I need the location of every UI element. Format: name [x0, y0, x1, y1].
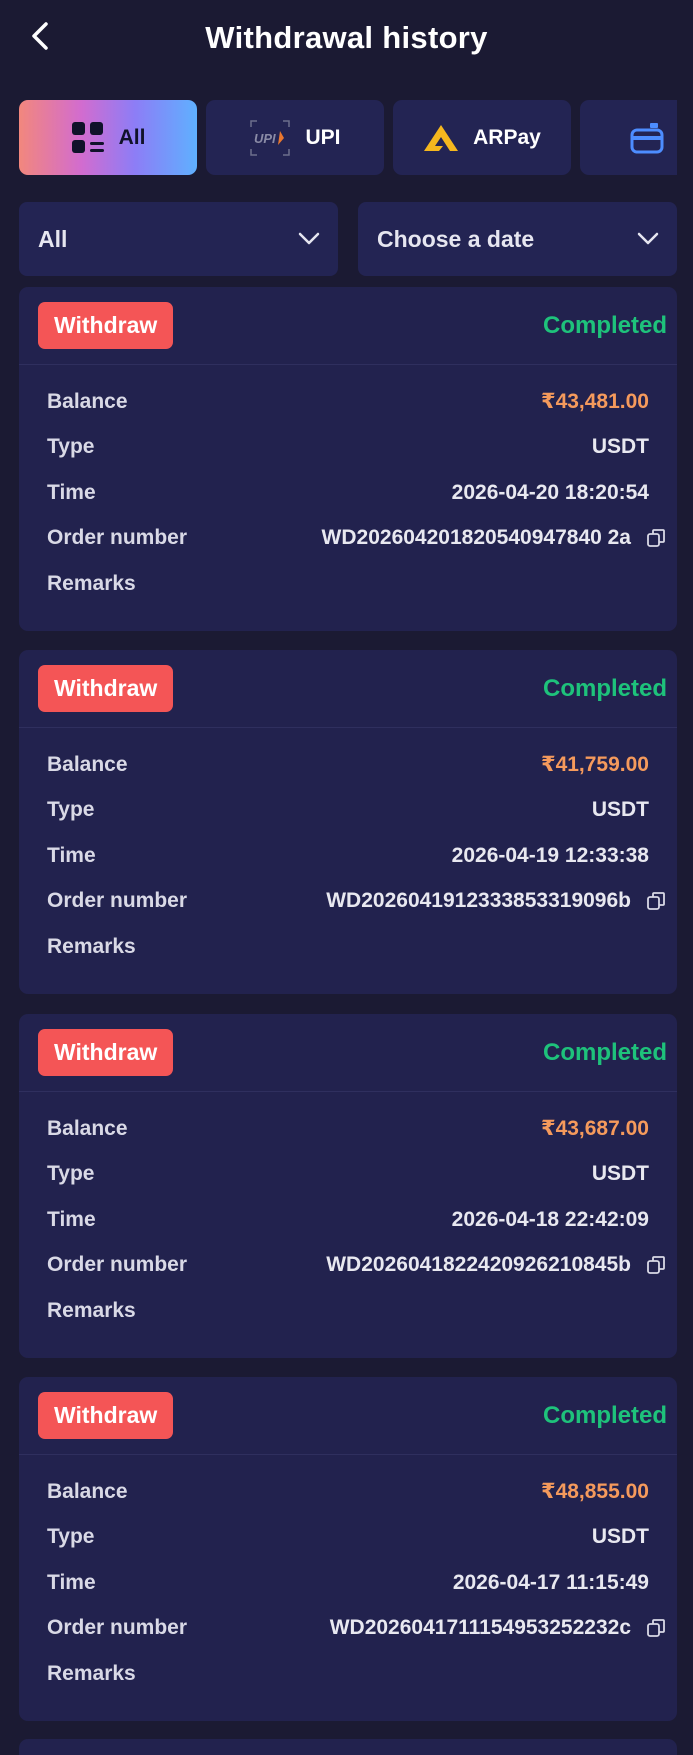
balance-row: Balance ₹43,687.00	[47, 1106, 649, 1152]
chevron-down-icon	[298, 232, 320, 245]
time-value: 2026-04-19 12:33:38	[451, 843, 649, 867]
tab-label: ARPay	[473, 125, 541, 149]
time-row: Time 2026-04-19 12:33:38	[47, 833, 649, 879]
type-label: Type	[47, 798, 95, 822]
remarks-row: Remarks	[47, 1651, 649, 1697]
status-text: Completed	[542, 1401, 667, 1429]
type-badge: Withdraw	[38, 665, 174, 712]
upi-logo-icon: UPI	[249, 119, 291, 157]
time-label: Time	[47, 1570, 96, 1594]
remarks-row: Remarks	[47, 561, 649, 607]
balance-row: Balance ₹48,855.00	[47, 1469, 649, 1515]
arpay-logo-icon	[423, 124, 459, 152]
time-value: 2026-04-17 11:15:49	[452, 1570, 649, 1594]
balance-value: ₹41,759.00	[540, 753, 649, 777]
order-number: WD2026041711154953252232c	[329, 1616, 631, 1640]
order-row: Order number WD202604201820540947840 2a	[47, 516, 665, 562]
grid-list-icon	[71, 121, 105, 155]
balance-value: ₹48,855.00	[540, 1480, 649, 1504]
copy-icon[interactable]	[645, 527, 667, 549]
withdrawal-record-card: Withdraw Completed Balance ₹48,855.00 Typ…	[19, 1377, 677, 1721]
tab-upi[interactable]: UPI UPI	[206, 100, 384, 175]
balance-label: Balance	[47, 1116, 128, 1140]
balance-label: Balance	[47, 1479, 128, 1503]
order-number: WD2026041912333853319096b	[326, 889, 631, 913]
order-row: Order number WD2026041912333853319096b	[47, 879, 665, 925]
tab-label: UPI	[305, 125, 341, 149]
remarks-label: Remarks	[47, 1661, 136, 1685]
back-button[interactable]	[22, 18, 58, 54]
status-text: Completed	[542, 1038, 667, 1066]
type-value: USDT	[591, 1162, 649, 1186]
chevron-down-icon	[637, 232, 659, 245]
status-filter-value: All	[38, 225, 68, 252]
type-badge: Withdraw	[38, 1029, 174, 1076]
tab-bank[interactable]: BA	[580, 100, 677, 175]
time-row: Time 2026-04-17 11:15:49	[47, 1560, 649, 1606]
order-row: Order number WD2026041822420926210845b	[47, 1243, 665, 1289]
type-row: Type USDT	[47, 788, 649, 834]
page-title: Withdrawal history	[205, 20, 488, 55]
bank-card-icon	[630, 121, 664, 155]
copy-icon[interactable]	[645, 1617, 667, 1639]
remarks-row: Remarks	[47, 924, 649, 970]
type-value: USDT	[591, 435, 649, 459]
time-value: 2026-04-20 18:20:54	[451, 480, 649, 504]
remarks-label: Remarks	[47, 1298, 136, 1322]
time-row: Time 2026-04-20 18:20:54	[47, 470, 649, 516]
remarks-label: Remarks	[47, 571, 136, 595]
type-label: Type	[47, 1525, 95, 1549]
time-label: Time	[47, 1207, 96, 1231]
type-badge: Withdraw	[38, 302, 174, 349]
svg-text:UPI: UPI	[254, 131, 276, 146]
order-label: Order number	[47, 889, 188, 913]
chevron-left-icon	[32, 22, 48, 50]
remarks-label: Remarks	[47, 934, 136, 958]
status-text: Completed	[542, 674, 667, 702]
copy-icon[interactable]	[645, 890, 667, 912]
balance-row: Balance ₹41,759.00	[47, 742, 649, 788]
order-label: Order number	[47, 1616, 188, 1640]
withdrawal-record-card: Withdraw Completed Balance ₹43,481.00 Typ…	[19, 287, 677, 631]
status-filter-select[interactable]: All	[19, 202, 338, 276]
time-value: 2026-04-18 22:42:09	[451, 1207, 649, 1231]
payment-method-tabs: All UPI UPI ARPay BA	[19, 100, 677, 175]
time-label: Time	[47, 480, 96, 504]
type-value: USDT	[591, 1525, 649, 1549]
withdrawal-record-card: Withdraw Completed Balance ₹41,759.00 Typ…	[19, 650, 677, 994]
type-row: Type USDT	[47, 425, 649, 471]
order-label: Order number	[47, 526, 188, 550]
order-label: Order number	[47, 1253, 188, 1277]
tab-arpay[interactable]: ARPay	[393, 100, 571, 175]
date-filter-select[interactable]: Choose a date	[358, 202, 677, 276]
type-label: Type	[47, 435, 95, 459]
type-badge: Withdraw	[38, 1392, 174, 1439]
filter-bar: All Choose a date	[19, 202, 677, 276]
type-row: Type USDT	[47, 1515, 649, 1561]
remarks-row: Remarks	[47, 1288, 649, 1334]
time-label: Time	[47, 843, 96, 867]
type-value: USDT	[591, 798, 649, 822]
withdrawal-record-card: Withdraw Completed Balance ₹43,687.00 Typ…	[19, 1014, 677, 1358]
order-row: Order number WD2026041711154953252232c	[47, 1606, 665, 1652]
order-number: WD202604201820540947840 2a	[321, 526, 631, 550]
time-row: Time 2026-04-18 22:42:09	[47, 1197, 649, 1243]
date-filter-value: Choose a date	[377, 225, 535, 252]
tab-label: All	[118, 125, 146, 149]
type-label: Type	[47, 1162, 95, 1186]
app-header: Withdrawal history	[0, 0, 693, 76]
balance-row: Balance ₹43,481.00	[47, 379, 649, 425]
balance-label: Balance	[47, 389, 128, 413]
order-number: WD2026041822420926210845b	[326, 1253, 631, 1277]
balance-value: ₹43,687.00	[540, 1117, 649, 1141]
tab-all[interactable]: All	[19, 100, 197, 175]
copy-icon[interactable]	[645, 1254, 667, 1276]
type-row: Type USDT	[47, 1152, 649, 1198]
balance-label: Balance	[47, 752, 128, 776]
withdrawal-record-card-partial	[19, 1739, 677, 1755]
status-text: Completed	[542, 311, 667, 339]
balance-value: ₹43,481.00	[540, 390, 649, 414]
